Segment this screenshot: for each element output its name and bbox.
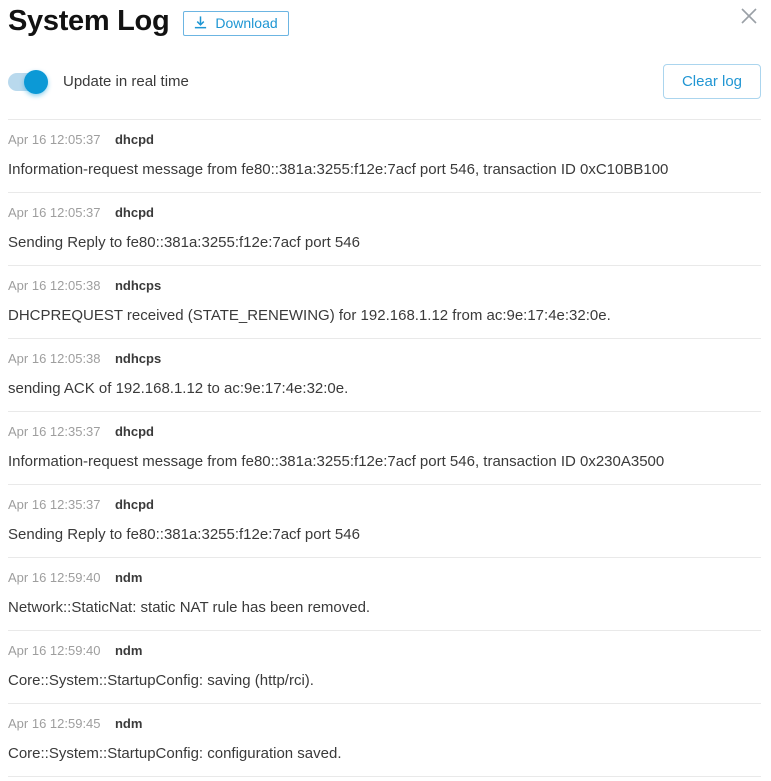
- log-process-name: dhcpd: [115, 205, 154, 220]
- log-process-name: ndm: [115, 643, 142, 658]
- log-timestamp: Apr 16 12:05:38: [8, 351, 101, 366]
- download-icon: [193, 15, 208, 30]
- log-message: Sending Reply to fe80::381a:3255:f12e:7a…: [8, 526, 761, 544]
- log-entry-header: Apr 16 12:05:37 dhcpd: [8, 205, 761, 221]
- close-icon: [740, 7, 758, 28]
- log-entry: Apr 16 12:59:45 ndm Core::System::Startu…: [8, 704, 761, 777]
- log-process-name: ndhcps: [115, 278, 161, 293]
- log-message: DHCPREQUEST received (STATE_RENEWING) fo…: [8, 307, 761, 325]
- download-button-label: Download: [215, 15, 277, 31]
- log-process-name: ndhcps: [115, 351, 161, 366]
- log-timestamp: Apr 16 12:05:38: [8, 278, 101, 293]
- log-message: Information-request message from fe80::3…: [8, 161, 761, 179]
- log-entry: Apr 16 12:59:40 ndm Core::System::Startu…: [8, 631, 761, 704]
- log-entry: Apr 16 12:05:37 dhcpd Information-reques…: [8, 120, 761, 193]
- realtime-toggle[interactable]: [8, 73, 48, 91]
- log-message: Network::StaticNat: static NAT rule has …: [8, 599, 761, 617]
- realtime-toggle-label: Update in real time: [63, 73, 189, 90]
- log-timestamp: Apr 16 12:05:37: [8, 205, 101, 220]
- log-entry: Apr 16 12:05:38 ndhcps sending ACK of 19…: [8, 339, 761, 412]
- log-entry: Apr 16 12:59:40 ndm Network::StaticNat: …: [8, 558, 761, 631]
- log-process-name: dhcpd: [115, 497, 154, 512]
- log-entry-header: Apr 16 12:05:38 ndhcps: [8, 278, 761, 294]
- download-button[interactable]: Download: [183, 11, 288, 36]
- log-entry-header: Apr 16 12:05:38 ndhcps: [8, 351, 761, 367]
- log-timestamp: Apr 16 12:35:37: [8, 424, 101, 439]
- log-entry-header: Apr 16 12:35:37 dhcpd: [8, 424, 761, 440]
- controls-row: Update in real time Clear log: [8, 64, 761, 99]
- log-list: Apr 16 12:05:37 dhcpd Information-reques…: [8, 119, 761, 777]
- system-log-dialog: System Log Download: [0, 0, 771, 777]
- log-entry: Apr 16 12:05:38 ndhcps DHCPREQUEST recei…: [8, 266, 761, 339]
- log-timestamp: Apr 16 12:59:40: [8, 570, 101, 585]
- log-entry-header: Apr 16 12:59:40 ndm: [8, 570, 761, 586]
- log-entry-header: Apr 16 12:59:40 ndm: [8, 643, 761, 659]
- log-entry: Apr 16 12:35:37 dhcpd Information-reques…: [8, 412, 761, 485]
- log-entry: Apr 16 12:05:37 dhcpd Sending Reply to f…: [8, 193, 761, 266]
- realtime-toggle-group: Update in real time: [8, 73, 189, 91]
- log-process-name: dhcpd: [115, 132, 154, 147]
- log-entry-header: Apr 16 12:05:37 dhcpd: [8, 132, 761, 148]
- log-message: Core::System::StartupConfig: configurati…: [8, 745, 761, 763]
- log-message: Information-request message from fe80::3…: [8, 453, 761, 471]
- log-process-name: ndm: [115, 716, 142, 731]
- dialog-header: System Log Download: [8, 0, 761, 38]
- log-entry-header: Apr 16 12:59:45 ndm: [8, 716, 761, 732]
- clear-log-button[interactable]: Clear log: [663, 64, 761, 99]
- log-timestamp: Apr 16 12:35:37: [8, 497, 101, 512]
- page-title: System Log: [8, 4, 169, 38]
- log-entry: Apr 16 12:35:37 dhcpd Sending Reply to f…: [8, 485, 761, 558]
- toggle-knob: [24, 70, 48, 94]
- log-process-name: dhcpd: [115, 424, 154, 439]
- log-message: Core::System::StartupConfig: saving (htt…: [8, 672, 761, 690]
- log-message: sending ACK of 192.168.1.12 to ac:9e:17:…: [8, 380, 761, 398]
- log-timestamp: Apr 16 12:59:45: [8, 716, 101, 731]
- log-process-name: ndm: [115, 570, 142, 585]
- log-entry-header: Apr 16 12:35:37 dhcpd: [8, 497, 761, 513]
- log-timestamp: Apr 16 12:05:37: [8, 132, 101, 147]
- close-button[interactable]: [738, 6, 760, 28]
- log-message: Sending Reply to fe80::381a:3255:f12e:7a…: [8, 234, 761, 252]
- log-timestamp: Apr 16 12:59:40: [8, 643, 101, 658]
